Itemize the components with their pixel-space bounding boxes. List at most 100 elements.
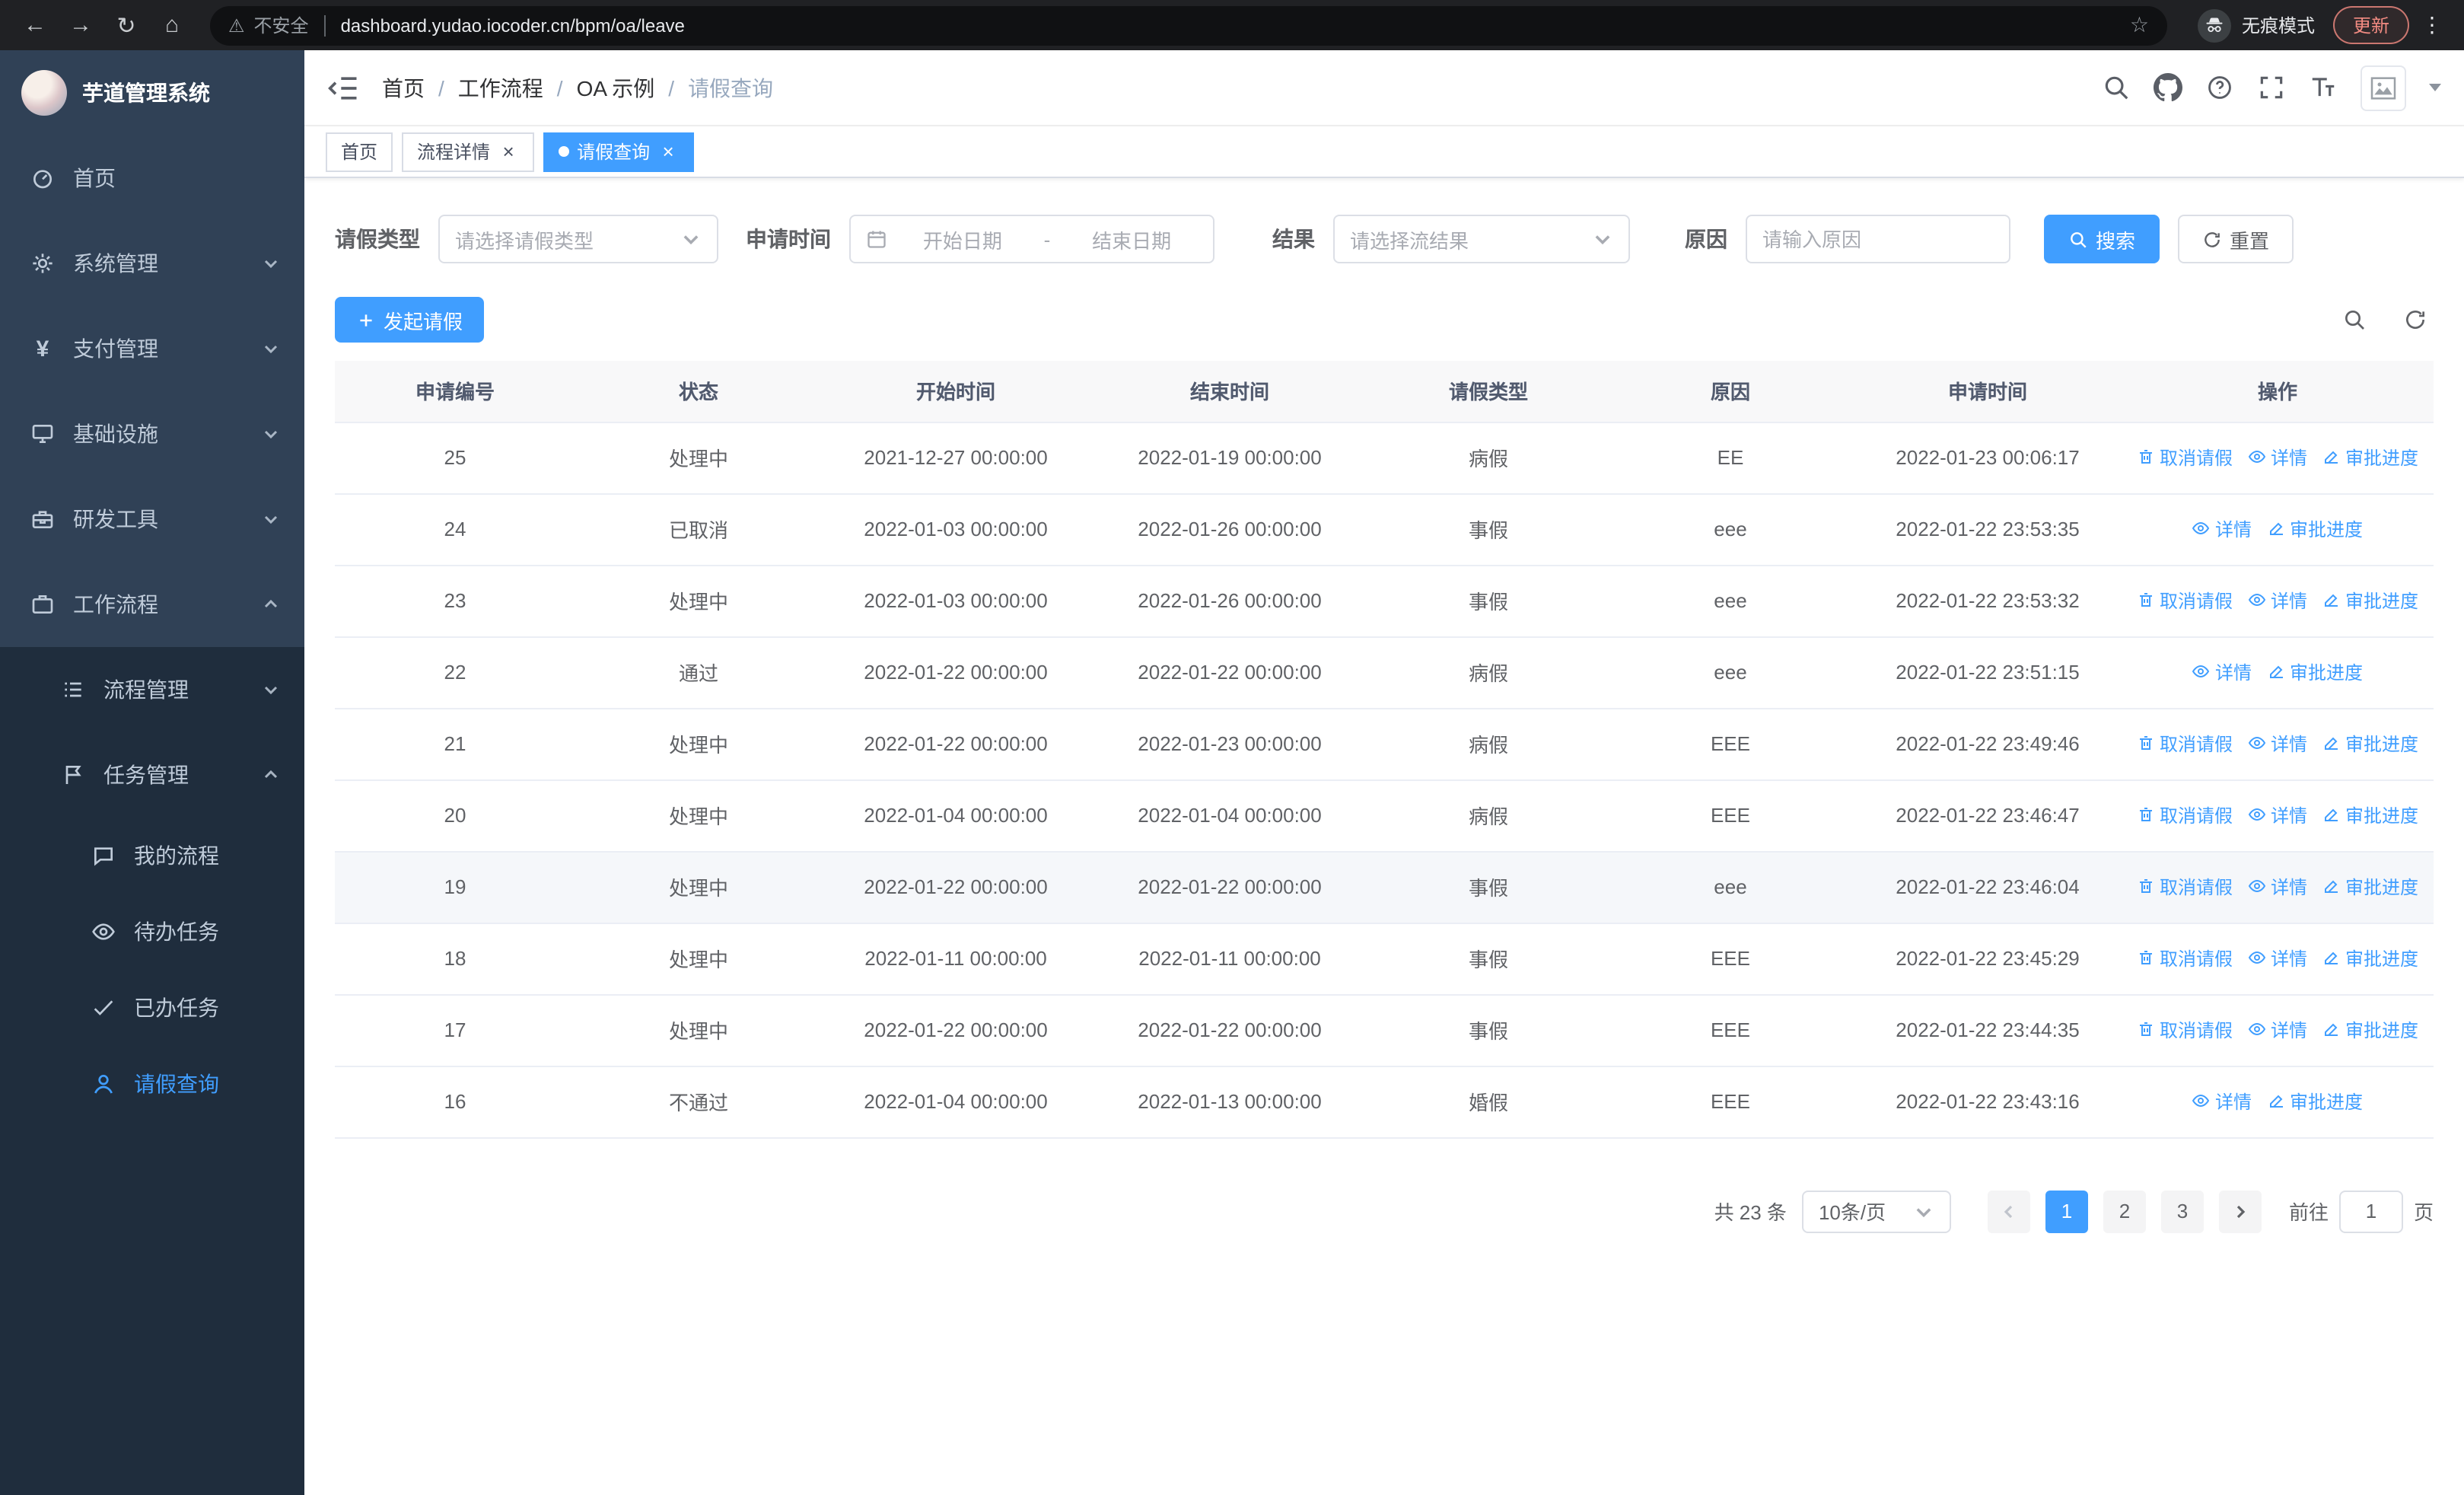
end-date-placeholder[interactable]: 结束日期 (1065, 225, 1198, 253)
page-button-3[interactable]: 3 (2160, 1190, 2204, 1232)
approval-progress-link[interactable]: 审批进度 (2322, 1017, 2418, 1043)
approval-progress-link[interactable]: 审批进度 (2267, 659, 2363, 685)
detail-link[interactable]: 详情 (2248, 588, 2307, 614)
cell-status: 处理中 (575, 851, 822, 923)
detail-link[interactable]: 详情 (2248, 945, 2307, 971)
sidebar-filler (0, 1122, 304, 1495)
cell-apply-no: 16 (335, 1066, 575, 1138)
sidebar-item-process-mgmt[interactable]: 流程管理 (0, 647, 304, 732)
start-date-placeholder[interactable]: 开始日期 (896, 225, 1029, 253)
cancel-leave-link[interactable]: 取消请假 (2137, 802, 2233, 828)
close-icon[interactable]: × (657, 141, 679, 162)
page-size-select[interactable]: 10条/页 (1801, 1190, 1951, 1232)
refresh-table-icon[interactable] (2397, 301, 2434, 338)
leave-type-select[interactable]: 请选择请假类型 (438, 215, 718, 263)
apply-time-range-picker[interactable]: 开始日期 - 结束日期 (849, 215, 1214, 263)
sidebar-item-my-process[interactable]: 我的流程 (0, 818, 304, 894)
search-icon[interactable] (2102, 73, 2131, 102)
app-logo[interactable]: 芋道管理系统 (0, 50, 304, 135)
create-leave-button[interactable]: 发起请假 (335, 297, 485, 343)
breadcrumb-oa-example[interactable]: OA 示例 (577, 72, 655, 103)
page-button-1[interactable]: 1 (2045, 1190, 2088, 1232)
detail-link[interactable]: 详情 (2248, 445, 2307, 470)
cell-start-time: 2021-12-27 00:00:00 (822, 422, 1090, 494)
fullscreen-icon[interactable] (2257, 73, 2286, 102)
avatar[interactable] (2361, 65, 2406, 110)
sidebar-item-leave-query[interactable]: 请假查询 (0, 1046, 304, 1122)
search-button[interactable]: 搜索 (2044, 215, 2160, 263)
home-button[interactable]: ⌂ (152, 5, 192, 45)
sidebar-item-infrastructure[interactable]: 基础设施 (0, 391, 304, 477)
reset-button[interactable]: 重置 (2178, 215, 2294, 263)
help-icon[interactable] (2205, 73, 2234, 102)
approval-progress-link[interactable]: 审批进度 (2322, 945, 2418, 971)
sidebar-item-done-tasks[interactable]: 已办任务 (0, 970, 304, 1046)
cancel-leave-link[interactable]: 取消请假 (2137, 945, 2233, 971)
detail-link[interactable]: 详情 (2248, 1017, 2307, 1043)
detail-link[interactable]: 详情 (2192, 1089, 2252, 1114)
table-row: 16 不通过 2022-01-04 00:00:00 2022-01-13 00:00… (335, 1066, 2434, 1138)
update-button[interactable]: 更新 (2332, 6, 2409, 44)
cell-apply-no: 17 (335, 994, 575, 1066)
url-text[interactable]: dashboard.yudao.iocoder.cn/bpm/oa/leave (341, 14, 2121, 36)
incognito-badge: 无痕模式 (2197, 8, 2315, 42)
page-button-2[interactable]: 2 (2103, 1190, 2146, 1232)
sidebar-item-todo-tasks[interactable]: 待办任务 (0, 894, 304, 970)
cell-reason: EEE (1607, 923, 1854, 995)
close-icon[interactable]: × (498, 141, 519, 162)
goto-page-input[interactable] (2338, 1190, 2403, 1232)
cell-leave-type: 病假 (1370, 636, 1607, 709)
cell-apply-time: 2022-01-22 23:51:15 (1854, 636, 2122, 709)
detail-link[interactable]: 详情 (2248, 731, 2307, 757)
detail-link[interactable]: 详情 (2192, 659, 2252, 685)
bookmark-star-icon[interactable]: ☆ (2130, 12, 2149, 38)
tab-leave-query[interactable]: 请假查询 × (543, 132, 695, 171)
prev-page-button[interactable] (1987, 1190, 2030, 1232)
tab-home[interactable]: 首页 (326, 132, 393, 171)
sidebar-item-workflow[interactable]: 工作流程 (0, 562, 304, 647)
detail-link[interactable]: 详情 (2192, 516, 2252, 542)
cancel-leave-link[interactable]: 取消请假 (2137, 588, 2233, 614)
tab-process-detail[interactable]: 流程详情 × (402, 132, 535, 171)
address-bar[interactable]: ⚠ 不安全 dashboard.yudao.iocoder.cn/bpm/oa/… (210, 5, 2167, 45)
cancel-leave-link[interactable]: 取消请假 (2137, 731, 2233, 757)
approval-progress-link[interactable]: 审批进度 (2267, 1089, 2363, 1114)
back-button[interactable]: ← (15, 5, 55, 45)
approval-progress-link[interactable]: 审批进度 (2322, 874, 2418, 900)
toggle-search-icon[interactable] (2336, 301, 2373, 338)
github-icon[interactable] (2154, 73, 2182, 102)
approval-progress-link[interactable]: 审批进度 (2322, 588, 2418, 614)
approval-progress-link[interactable]: 审批进度 (2322, 445, 2418, 470)
approval-progress-link[interactable]: 审批进度 (2322, 802, 2418, 828)
avatar-caret-icon[interactable] (2429, 84, 2441, 91)
sidebar-item-devtools[interactable]: 研发工具 (0, 477, 304, 562)
browser-menu-icon[interactable]: ⋮ (2415, 12, 2449, 38)
sidebar-item-payment[interactable]: ¥ 支付管理 (0, 306, 304, 391)
breadcrumb-workflow[interactable]: 工作流程 (458, 72, 543, 103)
sidebar-item-home[interactable]: 首页 (0, 135, 304, 221)
cancel-leave-link[interactable]: 取消请假 (2137, 445, 2233, 470)
cell-status: 处理中 (575, 779, 822, 852)
collapse-sidebar-icon[interactable] (327, 71, 361, 104)
detail-link[interactable]: 详情 (2248, 802, 2307, 828)
cell-start-time: 2022-01-04 00:00:00 (822, 1066, 1090, 1138)
breadcrumb-current: 请假查询 (688, 75, 774, 100)
result-select[interactable]: 请选择流结果 (1333, 215, 1630, 263)
cell-leave-type: 婚假 (1370, 1066, 1607, 1138)
col-apply-time: 申请时间 (1854, 361, 2122, 422)
forward-button[interactable]: → (61, 5, 100, 45)
sidebar-item-system[interactable]: 系统管理 (0, 221, 304, 306)
sidebar-item-task-mgmt[interactable]: 任务管理 (0, 732, 304, 818)
reload-button[interactable]: ↻ (107, 5, 146, 45)
reason-input[interactable] (1762, 228, 1994, 250)
breadcrumb-home[interactable]: 首页 (382, 72, 425, 103)
cancel-leave-link[interactable]: 取消请假 (2137, 1017, 2233, 1043)
cancel-leave-link[interactable]: 取消请假 (2137, 874, 2233, 900)
detail-link[interactable]: 详情 (2248, 874, 2307, 900)
next-page-button[interactable] (2218, 1190, 2262, 1232)
security-label[interactable]: 不安全 (254, 12, 309, 38)
approval-progress-link[interactable]: 审批进度 (2322, 731, 2418, 757)
approval-progress-link[interactable]: 审批进度 (2267, 516, 2363, 542)
cell-leave-type: 事假 (1370, 851, 1607, 923)
font-size-icon[interactable] (2309, 73, 2338, 102)
